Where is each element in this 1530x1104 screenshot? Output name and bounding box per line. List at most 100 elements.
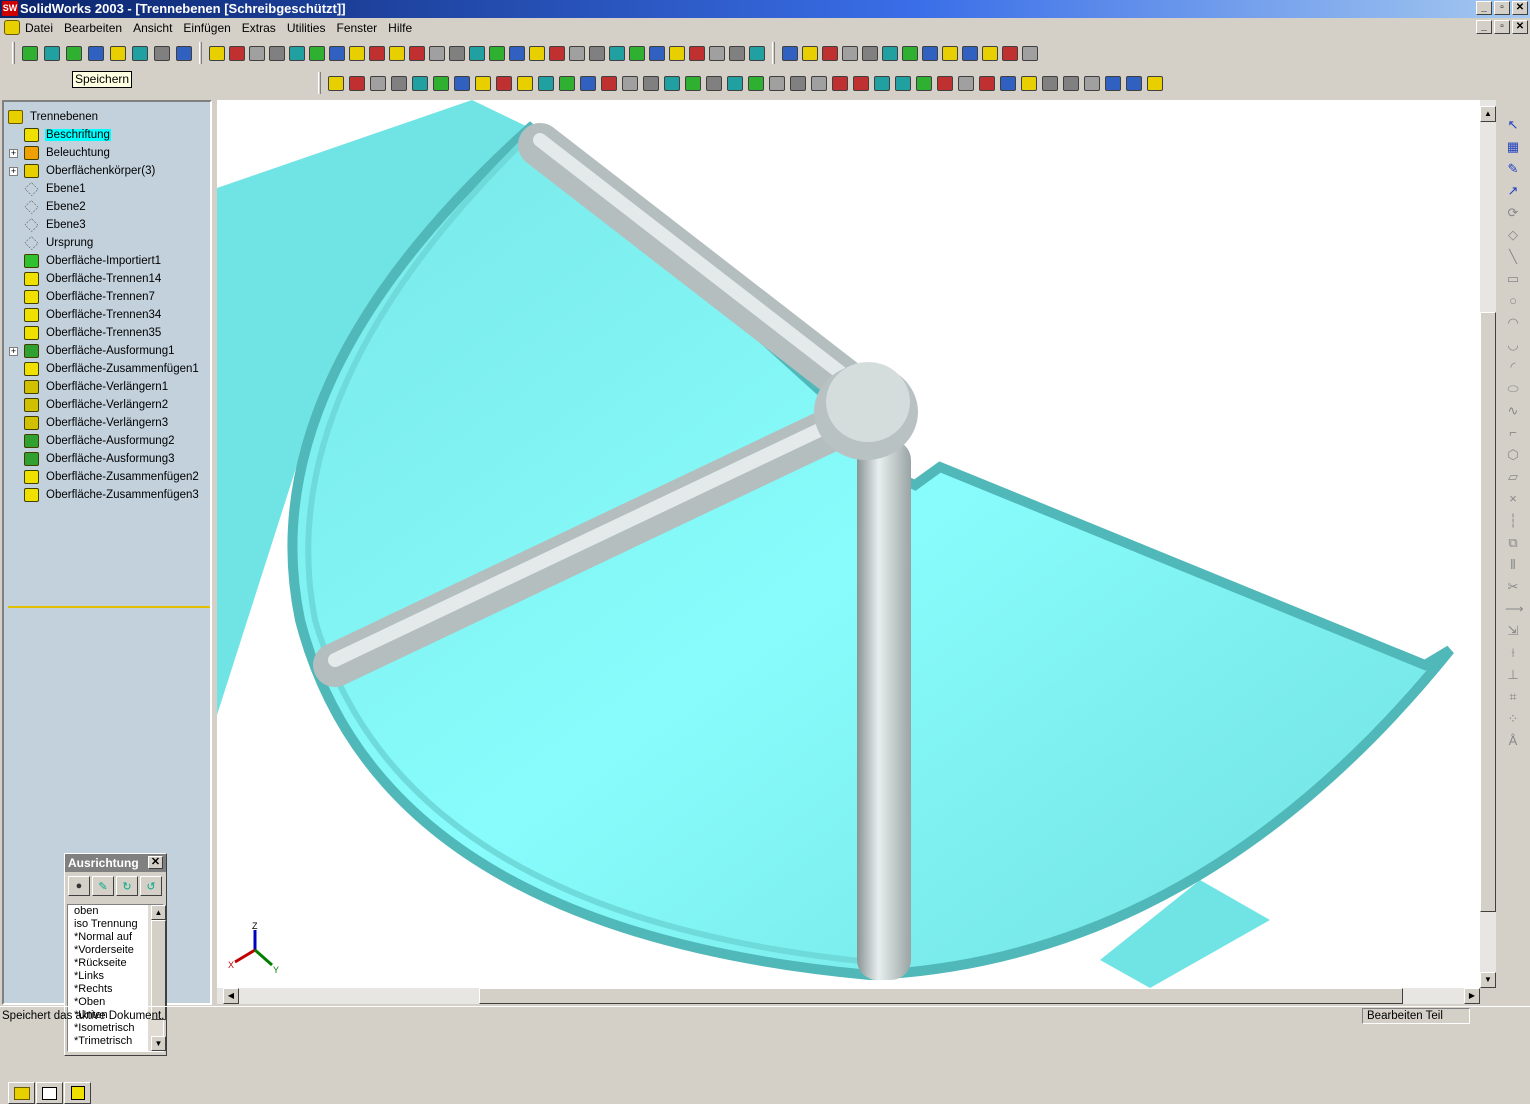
pin-view-button[interactable]: ● [68, 876, 90, 896]
section-icon[interactable] [1105, 75, 1121, 91]
feature-6-icon[interactable] [309, 45, 325, 61]
feature-13-icon[interactable] [449, 45, 465, 61]
list-scrollbar[interactable]: ▲ ▼ [148, 905, 166, 1051]
polygon-icon[interactable]: ⬡ [1505, 446, 1521, 464]
redo-icon[interactable] [110, 45, 126, 61]
surface-1-icon[interactable] [328, 75, 344, 91]
convert-icon[interactable]: ⇲ [1505, 622, 1521, 640]
point-icon[interactable]: × [1505, 490, 1521, 508]
tree-item[interactable]: Ebene1 [6, 180, 210, 198]
tool-7-icon[interactable] [902, 45, 918, 61]
spline-icon[interactable]: ∿ [1505, 402, 1521, 420]
extend-icon[interactable]: ⟶ [1505, 600, 1524, 618]
mass-icon[interactable] [1063, 75, 1079, 91]
tree-item[interactable]: Oberfläche-Verlängern3 [6, 414, 210, 432]
line-icon[interactable]: ╲ [1505, 248, 1521, 266]
minimize-button[interactable]: _ [1476, 1, 1492, 15]
feature-18-icon[interactable] [549, 45, 565, 61]
grid-icon[interactable]: ▦ [1505, 138, 1521, 156]
feature-10-icon[interactable] [389, 45, 405, 61]
mirror-icon[interactable]: ⫴ [1505, 556, 1521, 574]
tab-property-manager[interactable] [36, 1082, 63, 1104]
ref-1-icon[interactable] [538, 75, 554, 91]
tree-item[interactable]: Oberfläche-Trennen35 [6, 324, 210, 342]
surface-4-icon[interactable] [391, 75, 407, 91]
surface-8-icon[interactable] [475, 75, 491, 91]
feature-27-icon[interactable] [729, 45, 745, 61]
ref-2-icon[interactable] [559, 75, 575, 91]
tree-item[interactable]: + Oberfläche-Ausformung1 [6, 342, 210, 360]
close-button[interactable]: ✕ [1512, 1, 1528, 15]
feature-22-icon[interactable] [629, 45, 645, 61]
tool-13-icon[interactable] [1022, 45, 1038, 61]
tool-11-icon[interactable] [982, 45, 998, 61]
sketch-icon[interactable]: ✎ [1505, 160, 1521, 178]
arc-icon[interactable]: ◠ [1505, 314, 1521, 332]
scroll-left-button[interactable]: ◀ [223, 988, 239, 1004]
tree-item[interactable]: Oberfläche-Trennen34 [6, 306, 210, 324]
tangent-arc-icon[interactable]: ◡ [1505, 336, 1521, 354]
feature-15-icon[interactable] [489, 45, 505, 61]
tree-item[interactable]: Oberfläche-Zusammenfügen3 [6, 486, 210, 504]
clock-icon[interactable] [1084, 75, 1100, 91]
doc-minimize-button[interactable]: _ [1476, 20, 1492, 34]
feature-12-icon[interactable] [429, 45, 445, 61]
scroll-right-button[interactable]: ▶ [1464, 988, 1480, 1004]
scroll-up-button[interactable]: ▲ [151, 905, 166, 920]
scan-icon[interactable]: ⌗ [1505, 688, 1521, 706]
pan-icon[interactable] [895, 75, 911, 91]
tool-3-icon[interactable] [822, 45, 838, 61]
tree-item[interactable]: Oberfläche-Verlängern1 [6, 378, 210, 396]
ref-3-icon[interactable] [580, 75, 596, 91]
menu-einfügen[interactable]: Einfügen [183, 18, 230, 38]
tree-item[interactable]: Oberfläche-Trennen7 [6, 288, 210, 306]
tree-item[interactable]: Oberfläche-Trennen14 [6, 270, 210, 288]
select-2-icon[interactable] [769, 75, 785, 91]
sketch-5-icon[interactable] [685, 75, 701, 91]
tool-12-icon[interactable] [1002, 45, 1018, 61]
zoom-area-icon[interactable] [811, 75, 827, 91]
expand-icon[interactable]: + [9, 346, 18, 356]
tree-item[interactable]: Oberfläche-Verlängern2 [6, 396, 210, 414]
view-top-icon[interactable] [1000, 75, 1016, 91]
tree-item[interactable]: + Oberflächenkörper(3) [6, 162, 210, 180]
feature-20-icon[interactable] [589, 45, 605, 61]
measure-icon[interactable] [1042, 75, 1058, 91]
tool-6-icon[interactable] [882, 45, 898, 61]
surface-10-icon[interactable] [517, 75, 533, 91]
horizontal-scrollbar[interactable]: ◀ ▶ [217, 988, 1480, 1004]
color-palette-icon[interactable] [176, 45, 192, 61]
tab-feature-manager[interactable] [8, 1082, 35, 1104]
feature-17-icon[interactable] [529, 45, 545, 61]
sketch-3-icon[interactable] [643, 75, 659, 91]
zoom-inout-icon[interactable] [832, 75, 848, 91]
feature-26-icon[interactable] [709, 45, 725, 61]
feature-25-icon[interactable] [689, 45, 705, 61]
feature-5-icon[interactable] [289, 45, 305, 61]
update-view-button[interactable]: ↻ [116, 876, 138, 896]
doc-restore-button[interactable]: ▫ [1494, 20, 1510, 34]
scroll-up-button[interactable]: ▲ [1480, 106, 1496, 122]
circle-icon[interactable]: ○ [1505, 292, 1521, 310]
pattern-icon[interactable]: ⁘ [1505, 710, 1521, 728]
feature-1-icon[interactable] [209, 45, 225, 61]
rollback-bar[interactable] [8, 606, 210, 608]
tree-item[interactable]: Oberfläche-Ausformung2 [6, 432, 210, 450]
save-icon[interactable] [66, 45, 82, 61]
surface-5-icon[interactable] [412, 75, 428, 91]
menu-bearbeiten[interactable]: Bearbeiten [64, 18, 122, 38]
tool-8-icon[interactable] [922, 45, 938, 61]
menu-extras[interactable]: Extras [242, 18, 276, 38]
scroll-thumb[interactable] [151, 920, 166, 1020]
menu-hilfe[interactable]: Hilfe [388, 18, 412, 38]
feature-19-icon[interactable] [569, 45, 585, 61]
trim-icon[interactable]: ✂ [1505, 578, 1521, 596]
rotate-icon[interactable]: ⟳ [1505, 204, 1521, 222]
view-back-icon[interactable] [937, 75, 953, 91]
fillet-icon[interactable]: ⌐ [1505, 424, 1521, 442]
select-icon[interactable]: ↖ [1505, 116, 1521, 134]
parallelogram-icon[interactable]: ▱ [1505, 468, 1521, 486]
tree-root[interactable]: Trennebenen [6, 108, 210, 126]
tree-item[interactable]: Ebene3 [6, 216, 210, 234]
more-icon[interactable]: Å [1505, 732, 1521, 750]
